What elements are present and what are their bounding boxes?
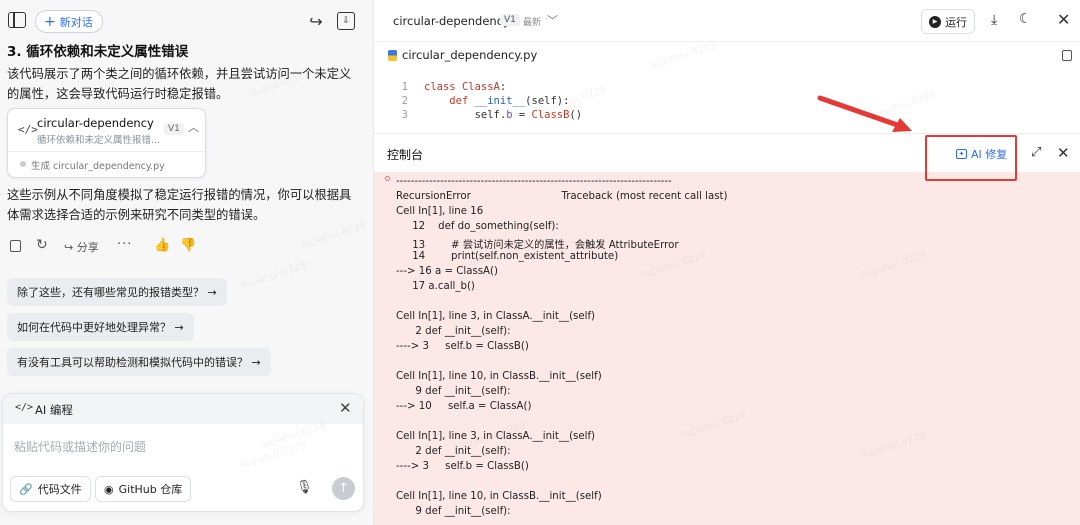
chat-toolbar: + 新对话 ↪ ⇩ [0, 0, 373, 40]
traceback-line: ----> 3 self.b = ClassB() [396, 461, 529, 472]
suggestion-chip[interactable]: 有没有工具可以帮助检测和模拟代码中的错误？ → [7, 348, 271, 376]
python-file-icon [388, 50, 397, 61]
refresh-icon[interactable]: ↻ [36, 237, 48, 253]
code-panel-header: circular-dependency V1 最新 ﹀ ▶ 运行 ⤓ ☾ ✕ [374, 0, 1080, 42]
sidebar-toggle-icon[interactable] [8, 12, 26, 28]
traceback-line: Cell In[1], line 10, in ClassB.__init__(… [396, 491, 602, 502]
code-panel: circular-dependency V1 最新 ﹀ ▶ 运行 ⤓ ☾ ✕ c… [373, 0, 1080, 525]
traceback-line: 17 a.call_b() [396, 281, 475, 292]
code-line: self.b = ClassB() [424, 109, 583, 121]
annotation-arrow-icon [817, 95, 912, 132]
traceback-line: 2 def __init__(self): [396, 446, 511, 457]
code-icon: </> [15, 402, 34, 413]
run-button[interactable]: ▶ 运行 [921, 9, 975, 34]
prompt-input[interactable] [14, 440, 334, 454]
divider [8, 151, 205, 152]
line-number: 3 [401, 109, 408, 121]
composer: </> AI 编程 ✕ 🔗 代码文件 ◉ GitHub 仓库 🎙 ↑ [2, 393, 364, 512]
latest-label: 最新 [523, 18, 542, 28]
composer-header: </> AI 编程 ✕ [3, 394, 363, 424]
traceback-line: 12 def do_something(self): [396, 221, 559, 232]
artifact-generated-file: 生成 circular_dependency.py [31, 161, 165, 172]
new-chat-label: 新对话 [59, 15, 93, 29]
traceback-line: RecursionError Traceback (most recent ca… [396, 191, 728, 202]
close-icon[interactable]: ✕ [339, 399, 352, 417]
save-icon[interactable]: ⇩ [337, 12, 355, 30]
traceback-line: ---> 16 a = ClassA() [396, 266, 498, 277]
line-number: 1 [401, 81, 408, 93]
line-number: 2 [401, 95, 408, 107]
status-dot-icon [20, 161, 26, 167]
share-button[interactable]: ↪ 分享 [64, 239, 99, 255]
share-label: 分享 [76, 241, 99, 254]
traceback-line: 13 # 尝试访问未定义的属性，会触发 AttributeError [396, 240, 679, 251]
console-title: 控制台 [387, 148, 424, 162]
traceback-line: 9 def __init__(self): [396, 506, 511, 517]
traceback-line: Cell In[1], line 3, in ClassA.__init__(s… [396, 311, 596, 322]
moon-icon[interactable]: ☾ [1019, 11, 1032, 27]
console-output: ----------------------------------------… [374, 172, 1080, 525]
code-line: class ClassA: [424, 81, 507, 93]
microphone-icon[interactable]: 🎙 [296, 480, 313, 495]
version-badge: V1 [500, 14, 520, 26]
artifact-title: circular-dependency [393, 14, 510, 28]
run-label: 运行 [945, 15, 967, 29]
artifact-card[interactable]: </> circular-dependency 循环依赖和未定义属性报错... … [7, 108, 206, 178]
traceback-line: 2 def __init__(self): [396, 326, 511, 337]
file-name: circular_dependency.py [402, 48, 538, 62]
traceback-line: Cell In[1], line 10, in ClassB.__init__(… [396, 371, 602, 382]
traceback-line: ----> 3 self.b = ClassB() [396, 341, 529, 352]
code-line: def __init__(self): [449, 95, 570, 107]
artifact-version-badge: V1 [164, 123, 184, 135]
chat-panel: + 新对话 ↪ ⇩ 3. 循环依赖和未定义属性错误 该代码展示了两个类之间的循环… [0, 0, 373, 525]
chevron-down-icon[interactable]: ﹀ [547, 12, 558, 28]
github-icon: ◉ [104, 482, 114, 496]
artifact-subtitle: 循环依赖和未定义属性报错... [37, 135, 161, 146]
play-icon: ▶ [929, 15, 941, 28]
artifact-title: circular-dependency [37, 116, 154, 130]
traceback-line: ---> 10 self.a = ClassA() [396, 401, 532, 412]
chevron-up-icon[interactable]: ︿ [188, 119, 199, 135]
traceback-line: ----------------------------------------… [396, 176, 672, 187]
code-files-label: 代码文件 [37, 483, 82, 496]
new-chat-button[interactable]: + 新对话 [35, 10, 103, 33]
intro-paragraph: 该代码展示了两个类之间的循环依赖，并且尝试访问一个未定义的属性，这会导致代码运行… [7, 67, 352, 101]
thumbs-up-icon[interactable]: 👍 [154, 238, 170, 253]
highlight-annotation [925, 135, 1017, 181]
copy-icon[interactable] [1062, 50, 1072, 61]
section-heading: 3. 循环依赖和未定义属性错误 [7, 44, 189, 60]
send-button[interactable]: ↑ [332, 477, 355, 500]
traceback-line: Cell In[1], line 16 [396, 206, 484, 217]
github-repo-label: GitHub 仓库 [118, 483, 183, 496]
thumbs-down-icon[interactable]: 👎 [180, 238, 196, 253]
traceback-line: 9 def __init__(self): [396, 386, 511, 397]
traceback-line: Cell In[1], line 3, in ClassA.__init__(s… [396, 431, 596, 442]
close-icon[interactable]: ✕ [1057, 144, 1070, 162]
composer-mode-title: AI 编程 [35, 403, 73, 417]
error-indicator-icon [385, 176, 390, 181]
more-icon[interactable]: ··· [117, 237, 132, 252]
code-files-button[interactable]: 🔗 代码文件 [10, 476, 91, 502]
copy-icon[interactable] [10, 240, 21, 252]
close-icon[interactable]: ✕ [1057, 10, 1070, 29]
summary-paragraph: 这些示例从不同角度模拟了稳定运行报错的情况，你可以根据具体需求选择合适的示例来研… [7, 188, 352, 222]
plus-icon: + [44, 13, 56, 30]
download-icon[interactable]: ⤓ [991, 12, 997, 28]
suggestion-chip[interactable]: 除了这些，还有哪些常见的报错类型？ → [7, 278, 227, 306]
suggestion-chip[interactable]: 如何在代码中更好地处理异常？ → [7, 313, 194, 341]
expand-icon[interactable]: ⤢ [1031, 145, 1041, 160]
github-repo-button[interactable]: ◉ GitHub 仓库 [95, 476, 192, 502]
share-icon[interactable]: ↪ [307, 12, 325, 31]
code-icon: </> [18, 123, 38, 136]
traceback-line: 14 print(self.non_existent_attribute) [396, 251, 619, 262]
paperclip-icon: 🔗 [19, 482, 33, 496]
